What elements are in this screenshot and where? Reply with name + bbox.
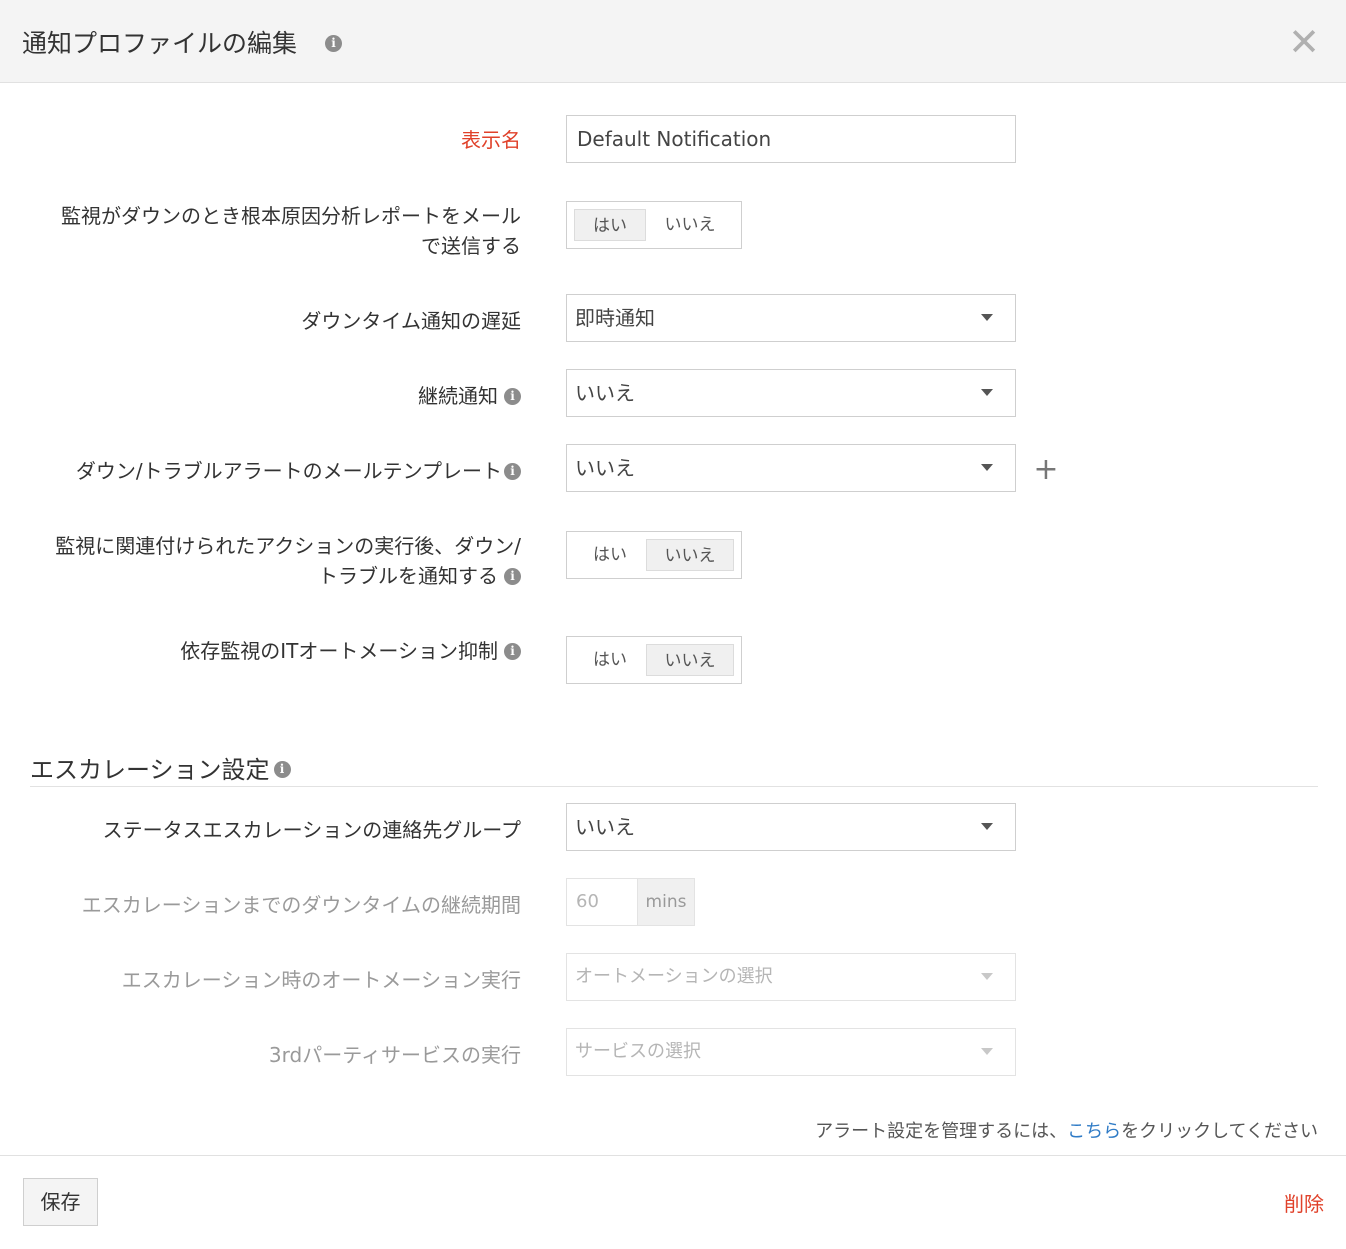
- escalation-automation-select[interactable]: オートメーションの選択: [566, 953, 1016, 1001]
- save-button[interactable]: 保存: [23, 1178, 98, 1226]
- downtime-duration-label: エスカレーションまでのダウンタイムの継続期間: [81, 893, 521, 917]
- rca-email-label: 監視がダウンのとき根本原因分析レポートをメール で送信する: [61, 201, 521, 261]
- mail-template-select[interactable]: いいえ: [566, 444, 1016, 492]
- footer-divider: [0, 1155, 1346, 1156]
- persistent-info-icon[interactable]: i: [504, 387, 521, 405]
- suppress-dependent-info-icon[interactable]: i: [504, 642, 521, 660]
- display-name-label: 表示名: [461, 128, 521, 152]
- contact-group-value: いいえ: [575, 815, 635, 839]
- chevron-down-icon: [981, 389, 993, 396]
- persistent-value: いいえ: [575, 381, 635, 405]
- rca-email-label-line2: で送信する: [421, 234, 521, 258]
- delete-button[interactable]: 削除: [1284, 1188, 1324, 1217]
- notify-after-action-toggle: はい いいえ: [566, 531, 742, 579]
- suppress-dependent-label: 依存監視のITオートメーション抑制 i: [180, 636, 521, 666]
- suppress-dependent-yes-option[interactable]: はい: [574, 644, 646, 676]
- mail-template-label: ダウン/トラブルアラートのメールテンプレート i: [76, 456, 521, 486]
- persistent-select[interactable]: いいえ: [566, 369, 1016, 417]
- add-template-icon[interactable]: +: [1032, 455, 1060, 485]
- persistent-label-text: 継続通知: [418, 384, 498, 408]
- contact-group-select[interactable]: いいえ: [566, 803, 1016, 851]
- notify-after-action-info-icon[interactable]: i: [504, 567, 521, 585]
- notify-after-action-label-line2: トラブルを通知する i: [55, 561, 521, 591]
- rca-email-yes-option[interactable]: はい: [574, 209, 646, 241]
- contact-group-label: ステータスエスカレーションの連絡先グループ: [102, 818, 521, 842]
- mail-template-label-text: ダウン/トラブルアラートのメールテンプレート: [75, 459, 502, 483]
- rca-email-no-option[interactable]: いいえ: [646, 209, 734, 241]
- persistent-label: 継続通知 i: [418, 381, 521, 411]
- notify-after-action-no-option[interactable]: いいえ: [646, 539, 734, 571]
- chevron-down-icon: [981, 1048, 993, 1055]
- downtime-duration-unit: mins: [637, 878, 695, 926]
- chevron-down-icon: [981, 973, 993, 980]
- notify-after-action-label: 監視に関連付けられたアクションの実行後、ダウン/ トラブルを通知する i: [55, 531, 521, 591]
- downtime-delay-value: 即時通知: [575, 306, 655, 330]
- display-name-input[interactable]: Default Notification: [566, 115, 1016, 163]
- downtime-duration-input[interactable]: 60: [566, 878, 638, 926]
- title-info-icon[interactable]: i: [325, 35, 342, 52]
- suppress-dependent-label-text: 依存監視のITオートメーション抑制: [180, 639, 498, 663]
- escalation-automation-label: エスカレーション時のオートメーション実行: [121, 968, 521, 992]
- chevron-down-icon: [981, 314, 993, 321]
- third-party-placeholder: サービスの選択: [575, 1041, 701, 1062]
- dialog-title: 通知プロファイルの編集: [22, 29, 298, 58]
- rca-email-label-line1: 監視がダウンのとき根本原因分析レポートをメール: [61, 204, 521, 228]
- rca-email-toggle: はい いいえ: [566, 201, 742, 249]
- suppress-dependent-no-option[interactable]: いいえ: [646, 644, 734, 676]
- alert-settings-note: アラート設定を管理するには、こちらをクリックしてください: [815, 1121, 1318, 1142]
- dialog-header: 通知プロファイルの編集 i ✕: [0, 0, 1346, 83]
- section-divider: [30, 786, 1318, 787]
- third-party-label: 3rdパーティサービスの実行: [268, 1043, 521, 1067]
- escalation-automation-placeholder: オートメーションの選択: [575, 966, 773, 987]
- suppress-dependent-toggle: はい いいえ: [566, 636, 742, 684]
- third-party-select[interactable]: サービスの選択: [566, 1028, 1016, 1076]
- escalation-info-icon[interactable]: i: [273, 760, 291, 778]
- downtime-delay-select[interactable]: 即時通知: [566, 294, 1016, 342]
- mail-template-info-icon[interactable]: i: [504, 462, 521, 480]
- downtime-delay-label: ダウンタイム通知の遅延: [301, 309, 521, 333]
- notify-after-action-yes-option[interactable]: はい: [574, 539, 646, 571]
- chevron-down-icon: [981, 464, 993, 471]
- close-button[interactable]: ✕: [1284, 22, 1324, 62]
- alert-settings-link[interactable]: こちら: [1067, 1121, 1121, 1142]
- mail-template-value: いいえ: [575, 456, 635, 480]
- notify-after-action-label-line1: 監視に関連付けられたアクションの実行後、ダウン/: [55, 534, 521, 558]
- escalation-section-title: エスカレーション設定 i: [30, 750, 291, 785]
- chevron-down-icon: [981, 823, 993, 830]
